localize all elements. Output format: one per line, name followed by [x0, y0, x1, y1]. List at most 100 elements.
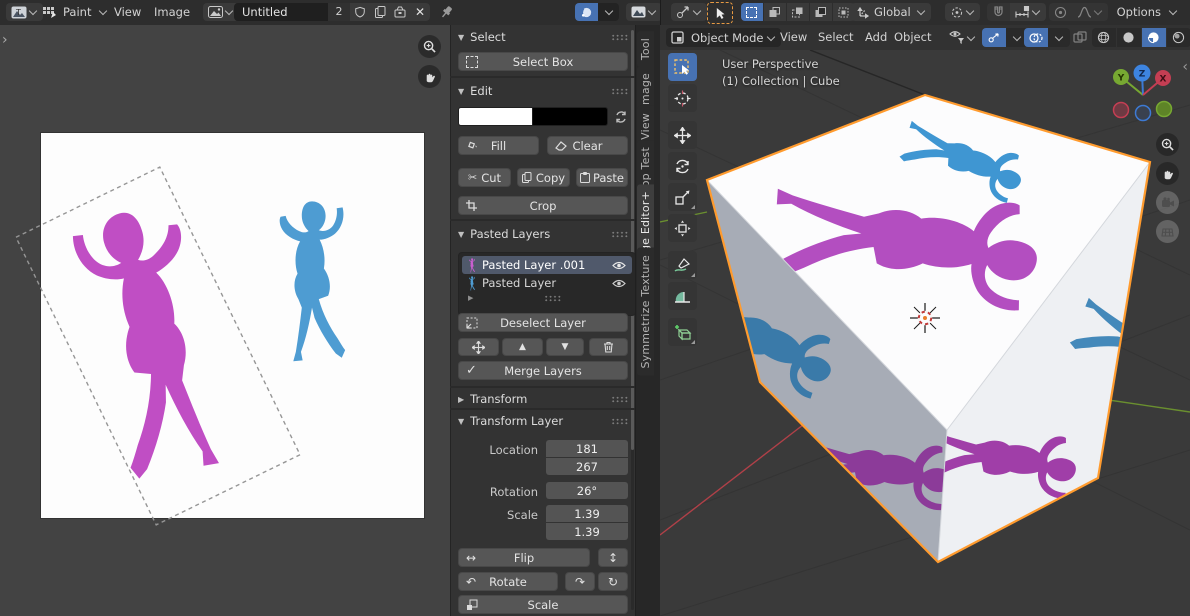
- xray-toggle[interactable]: [1068, 28, 1092, 47]
- image-name-field[interactable]: Untitled: [234, 5, 328, 19]
- tool-rotate[interactable]: [668, 152, 697, 180]
- panel-grip[interactable]: [611, 34, 628, 41]
- sidebar-scrollbar[interactable]: [631, 30, 634, 610]
- shading-solid[interactable]: [1117, 28, 1141, 47]
- rotate-ccw-button[interactable]: ↶ Rotate: [458, 572, 558, 591]
- canvas-pan-button[interactable]: [418, 65, 441, 88]
- menu-image[interactable]: Image: [148, 0, 196, 24]
- select-box-button[interactable]: Select Box: [458, 52, 628, 71]
- tab-tool[interactable]: Tool: [637, 31, 654, 67]
- active-tool-button[interactable]: [707, 2, 733, 24]
- proportional-falloff-dropdown[interactable]: [1072, 3, 1108, 21]
- menu-select-3d[interactable]: Select: [812, 25, 859, 49]
- copy-button[interactable]: Copy: [517, 168, 570, 187]
- layer-row[interactable]: Pasted Layer: [462, 274, 632, 292]
- menu-object-3d[interactable]: Object: [888, 25, 937, 49]
- tool-scale[interactable]: [668, 183, 697, 211]
- background-color-swatch[interactable]: [533, 107, 608, 126]
- show-overlays-toggle[interactable]: [1024, 28, 1048, 47]
- panel-header-select[interactable]: ▼ Select: [458, 30, 628, 44]
- cut-button[interactable]: ✂ Cut: [458, 168, 511, 187]
- image-canvas[interactable]: [41, 133, 424, 518]
- gizmo-axis-x-neg[interactable]: [1114, 103, 1129, 118]
- panel-grip[interactable]: [611, 88, 628, 95]
- viewport-camera-button[interactable]: [1156, 191, 1179, 214]
- canvas-zoom-button[interactable]: [418, 35, 441, 58]
- sidebar-collapse-arrow[interactable]: ‹: [1182, 60, 1188, 74]
- pack-image-button[interactable]: [390, 3, 410, 21]
- display-channels-dropdown[interactable]: [626, 3, 662, 21]
- clear-button[interactable]: Clear: [547, 136, 628, 155]
- navigation-gizmo[interactable]: Y Z X: [1113, 65, 1172, 121]
- menu-view-3d[interactable]: View: [774, 25, 813, 49]
- select-mode-subtract[interactable]: [787, 3, 809, 21]
- rotation-field[interactable]: 26°: [546, 482, 628, 499]
- tab-symmetrize-texture[interactable]: Symmetrize Texture: [637, 248, 654, 376]
- active-tool-dropdown[interactable]: [671, 3, 707, 21]
- scale-y-field[interactable]: 1.39: [546, 523, 628, 540]
- scale-button[interactable]: Scale: [458, 595, 628, 614]
- gizmo-axis-y-neg[interactable]: [1157, 102, 1172, 117]
- pasted-layer-blue-figure[interactable]: [280, 201, 345, 361]
- tool-cursor[interactable]: [668, 84, 697, 112]
- visibility-eye-icon[interactable]: [612, 279, 626, 288]
- menu-view[interactable]: View: [108, 0, 147, 24]
- options-dropdown[interactable]: Options: [1106, 3, 1183, 21]
- toolbar-expand-arrow[interactable]: ›: [2, 33, 8, 47]
- list-filter-expand-icon[interactable]: ▶: [468, 294, 473, 302]
- crop-button[interactable]: Crop: [458, 196, 628, 215]
- select-mode-extend[interactable]: [764, 3, 786, 21]
- fake-user-shield-button[interactable]: [350, 3, 370, 21]
- shading-wireframe[interactable]: [1092, 28, 1116, 47]
- cube-object[interactable]: [672, 95, 1190, 562]
- users-count-badge[interactable]: 2: [328, 3, 350, 21]
- show-gizmo-toggle[interactable]: [982, 28, 1006, 47]
- editor-type-dropdown[interactable]: T: [6, 3, 43, 21]
- object-visibility-dropdown[interactable]: [944, 28, 981, 47]
- visibility-eye-icon[interactable]: [612, 261, 626, 270]
- panel-header-transform[interactable]: ▶ Transform: [458, 392, 628, 406]
- fill-button[interactable]: Fill: [458, 136, 539, 155]
- unlink-image-button[interactable]: ✕: [410, 3, 430, 21]
- flip-button[interactable]: ↔ Flip: [458, 548, 590, 567]
- rotate-cw-button[interactable]: ↷: [565, 572, 595, 591]
- viewport-pan-button[interactable]: [1156, 162, 1179, 185]
- mode-dropdown[interactable]: Object Mode: [666, 28, 781, 47]
- snap-settings-dropdown[interactable]: [1010, 3, 1046, 21]
- paste-button[interactable]: Paste: [576, 168, 628, 187]
- location-y-field[interactable]: 267: [546, 458, 628, 475]
- layer-up-button[interactable]: ▲: [502, 338, 543, 356]
- tool-measure[interactable]: [668, 282, 697, 310]
- viewport-3d[interactable]: Y Z X User Perspective (1) Collection | …: [660, 50, 1190, 616]
- foreground-color-swatch[interactable]: [458, 107, 533, 126]
- panel-grip[interactable]: [611, 231, 628, 238]
- tool-transform[interactable]: [668, 214, 697, 242]
- gizmo-axis-z-neg[interactable]: [1136, 106, 1151, 121]
- tool-move[interactable]: [668, 121, 697, 149]
- shading-material-preview[interactable]: [1142, 28, 1166, 47]
- merge-layers-button[interactable]: ✓ Merge Layers: [458, 361, 628, 380]
- viewport-zoom-button[interactable]: [1156, 133, 1179, 156]
- layer-row-active[interactable]: Pasted Layer .001: [462, 256, 632, 274]
- pin-button[interactable]: [440, 5, 453, 19]
- panel-grip[interactable]: [611, 396, 628, 403]
- overlays-settings-dropdown[interactable]: [1048, 28, 1070, 47]
- flip-vertical-button[interactable]: ↕: [598, 548, 628, 567]
- viewport-ortho-toggle-button[interactable]: [1156, 220, 1179, 243]
- panel-header-pasted-layers[interactable]: ▼ Pasted Layers: [458, 227, 628, 241]
- pasted-layer-magenta-figure[interactable]: [66, 199, 241, 485]
- proportional-edit-toggle[interactable]: [1049, 3, 1072, 21]
- pivot-point-dropdown[interactable]: [945, 3, 980, 21]
- deselect-layer-button[interactable]: Deselect Layer: [458, 313, 628, 332]
- rotate-cycle-button[interactable]: ↻: [598, 572, 628, 591]
- select-mode-invert[interactable]: [810, 3, 832, 21]
- list-resize-grip[interactable]: [544, 295, 561, 302]
- shading-rendered[interactable]: [1167, 28, 1190, 47]
- scale-x-field[interactable]: 1.39: [546, 505, 628, 522]
- tool-add-cube[interactable]: [668, 318, 697, 346]
- panel-grip[interactable]: [611, 418, 628, 425]
- panel-header-transform-layer[interactable]: ▼ Transform Layer: [458, 414, 628, 428]
- snap-toggle[interactable]: [987, 3, 1010, 21]
- image-preview-toggle[interactable]: [575, 3, 598, 21]
- move-layer-button[interactable]: [458, 338, 499, 356]
